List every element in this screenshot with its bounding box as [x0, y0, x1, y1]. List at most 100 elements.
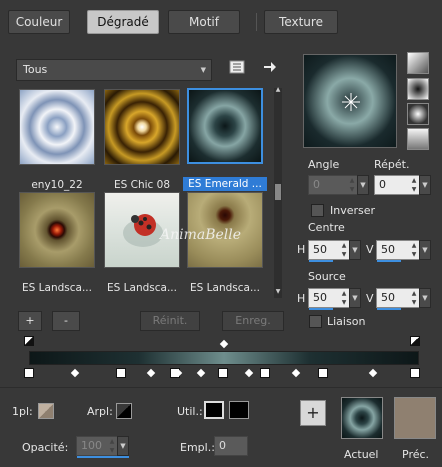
gradient-preview[interactable] [303, 54, 397, 148]
spin-arrows-icon[interactable]: ▲ ▼ [409, 241, 419, 259]
foreground-color-swatch[interactable] [38, 403, 54, 419]
repeat-label: Répét. [374, 158, 410, 171]
tab-motif[interactable]: Motif [168, 10, 240, 34]
save-button[interactable]: Enreg. [222, 311, 284, 331]
repeat-input[interactable]: 0 ▲ ▼ ▼ [374, 175, 431, 195]
chevron-down-icon: ▼ [200, 66, 206, 74]
angle-input[interactable]: 0 ▲ ▼ ▼ [308, 175, 369, 195]
rectangular-gradient-style-button[interactable] [407, 128, 429, 150]
linear-gradient-style-button[interactable] [407, 52, 429, 74]
tab-degrade[interactable]: Dégradé [87, 10, 159, 34]
stop-midpoint-diamond[interactable] [196, 368, 206, 378]
invert-checkbox[interactable] [311, 204, 324, 217]
add-color-button[interactable]: + [300, 400, 326, 426]
spin-arrows-icon[interactable]: ▲ ▼ [107, 437, 117, 455]
current-gradient-swatch[interactable] [341, 397, 383, 439]
gallery-item-selected[interactable]: ES Emerald ... [183, 87, 267, 191]
color-stop[interactable] [24, 368, 34, 378]
gradient-editor-bar[interactable] [29, 351, 419, 365]
add-gradient-button[interactable]: + [18, 311, 42, 331]
source-h-slider[interactable] [309, 308, 333, 310]
gallery-thumbnail [187, 88, 263, 164]
stop-midpoint-diamond[interactable] [291, 368, 301, 378]
color-stop[interactable] [318, 368, 328, 378]
spin-arrows-icon[interactable]: ▲ ▼ [339, 289, 349, 307]
angle-label: Angle [308, 158, 340, 171]
chevron-down-icon[interactable]: ▼ [419, 240, 431, 260]
chevron-down-icon[interactable]: ▼ [349, 288, 361, 308]
source-v-slider[interactable] [377, 308, 401, 310]
color-stop[interactable] [218, 368, 228, 378]
source-v-value: 50 [381, 291, 395, 304]
repeat-value: 0 [379, 178, 386, 191]
stop-midpoint-diamond[interactable] [146, 368, 156, 378]
center-v-slider[interactable] [377, 260, 401, 262]
previous-color-swatch[interactable] [394, 397, 436, 439]
radial-gradient-style-button[interactable] [407, 78, 429, 100]
spin-arrows-icon[interactable]: ▲ ▼ [409, 289, 419, 307]
first-plan-label: 1pl: [12, 405, 33, 418]
source-label: Source [308, 270, 346, 283]
remove-gradient-button[interactable]: - [52, 311, 80, 331]
center-h-value: 50 [313, 243, 327, 256]
gallery-item[interactable]: eny10_22 [18, 88, 96, 191]
gallery-item-label: eny10_22 [31, 179, 83, 191]
gallery-item-label: ES Landsca... [190, 282, 260, 294]
source-v-input[interactable]: 50 ▲ ▼ ▼ [376, 288, 431, 310]
reset-button[interactable]: Réinit. [140, 311, 200, 331]
location-value: 0 [219, 439, 226, 452]
arrow-right-icon[interactable] [263, 60, 277, 74]
user-color-swatch[interactable] [229, 401, 249, 419]
location-input[interactable]: 0 [214, 436, 248, 456]
gallery-item[interactable]: ES Chic 08 [103, 88, 181, 191]
color-stop[interactable] [260, 368, 270, 378]
center-h-input[interactable]: 50 ▲ ▼ ▼ [308, 240, 361, 262]
scroll-up-icon[interactable]: ▲ [274, 86, 282, 93]
preset-library-icon[interactable] [229, 60, 245, 74]
gallery-item-label: ES Emerald ... [183, 177, 267, 191]
invert-label: Inverser [330, 204, 376, 217]
scrollbar-thumb[interactable] [275, 184, 281, 200]
source-h-input[interactable]: 50 ▲ ▼ ▼ [308, 288, 361, 310]
user-color-label: Util.: [177, 405, 203, 418]
chevron-down-icon[interactable]: ▼ [419, 288, 431, 308]
stop-midpoint-diamond[interactable] [368, 368, 378, 378]
category-select[interactable]: Tous ▼ [16, 59, 212, 81]
chevron-down-icon[interactable]: ▼ [419, 175, 431, 195]
sunburst-gradient-style-button[interactable] [407, 103, 429, 125]
link-label: Liaison [327, 315, 366, 328]
spin-arrows-icon[interactable]: ▲ ▼ [409, 176, 419, 194]
spin-arrows-icon[interactable]: ▲ ▼ [347, 176, 357, 194]
midpoint-handle-right[interactable] [410, 336, 420, 346]
center-crosshair-icon[interactable] [341, 92, 361, 112]
color-stop[interactable] [410, 368, 420, 378]
opacity-slider[interactable] [77, 456, 129, 458]
stop-midpoint-diamond[interactable] [70, 368, 80, 378]
top-midpoint-diamond[interactable] [219, 339, 229, 349]
link-checkbox[interactable] [309, 315, 322, 328]
tab-texture[interactable]: Texture [264, 10, 338, 34]
chevron-down-icon[interactable]: ▼ [349, 240, 361, 260]
center-v-value: 50 [381, 243, 395, 256]
chevron-down-icon[interactable]: ▼ [117, 436, 129, 456]
background-color-swatch[interactable] [116, 403, 132, 419]
user-color-black-swatch[interactable] [204, 401, 224, 419]
scroll-down-icon[interactable]: ▼ [274, 288, 282, 295]
center-v-input[interactable]: 50 ▲ ▼ ▼ [376, 240, 431, 262]
background-plan-label: Arpl: [87, 405, 113, 418]
category-select-value: Tous [23, 63, 48, 76]
gallery-item[interactable]: ES Landsca... [18, 191, 96, 294]
center-h-slider[interactable] [309, 260, 333, 262]
midpoint-handle-left[interactable] [24, 336, 34, 346]
gradient-gallery: eny10_22 ES Chic 08 ES Emerald ... ES La… [14, 85, 274, 299]
opacity-input[interactable]: 100 ▲ ▼ ▼ [76, 436, 129, 458]
previous-label: Préc. [402, 448, 430, 461]
spin-arrows-icon[interactable]: ▲ ▼ [339, 241, 349, 259]
tab-separator [256, 13, 257, 31]
stop-midpoint-diamond[interactable] [244, 368, 254, 378]
gallery-item-label: ES Landsca... [22, 282, 92, 294]
color-stop[interactable] [116, 368, 126, 378]
chevron-down-icon[interactable]: ▼ [357, 175, 369, 195]
tab-couleur[interactable]: Couleur [8, 10, 70, 34]
gallery-scrollbar[interactable]: ▲ ▼ [274, 86, 282, 298]
